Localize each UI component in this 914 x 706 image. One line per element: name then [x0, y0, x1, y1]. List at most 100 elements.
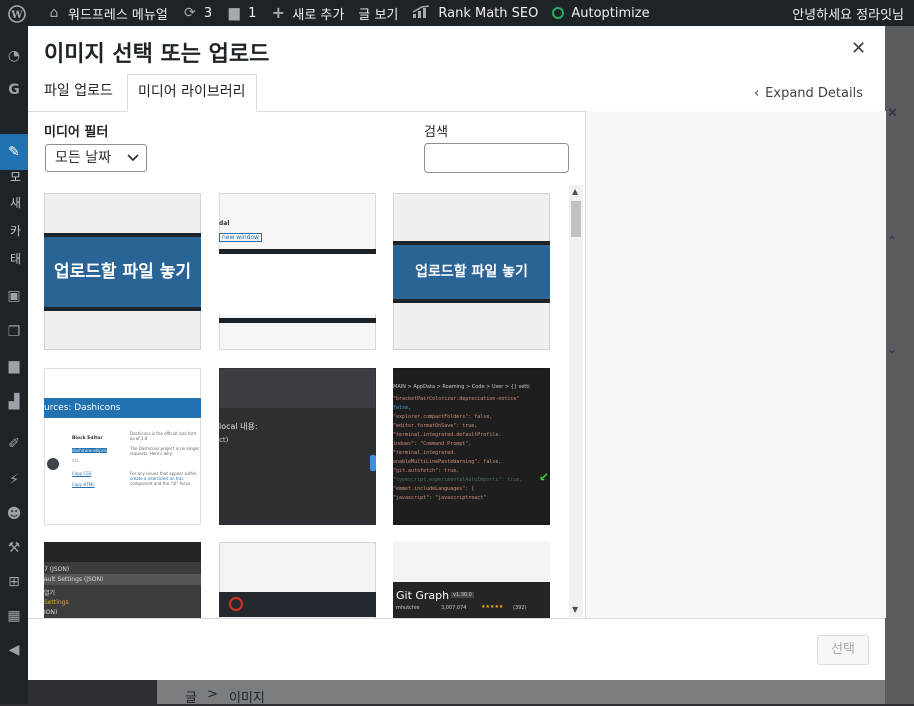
code-line: enableMultiLinePasteWarning": false,	[393, 459, 502, 465]
thumb-text: 7 (JSON)	[44, 566, 70, 573]
dashboard-icon[interactable]: ◔	[6, 48, 22, 64]
code-line: "bracketPairColorizer.depreciation-notic…	[393, 396, 520, 402]
submenu-item-1[interactable]: 모	[10, 168, 21, 185]
attachment-thumbnail[interactable]: urces: Dashicons Block Editor dashicons-…	[44, 368, 201, 525]
updates-item[interactable]: ⟳ 3	[175, 0, 219, 26]
thumb-text: component and the "UI" focus	[130, 481, 191, 486]
attachment-thumbnail[interactable]: local 내용: ct)	[219, 368, 376, 525]
submenu-item-4[interactable]: 태	[10, 250, 21, 267]
submenu-item-3[interactable]: 카	[10, 222, 21, 239]
tools-icon[interactable]: ⚒	[6, 540, 22, 556]
search-label: 검색	[424, 125, 448, 140]
site-name-item[interactable]: ⌂ 워드프레스 메뉴얼	[39, 0, 175, 26]
pages-icon[interactable]: ❐	[6, 324, 22, 340]
rankmath-item[interactable]: Rank Math SEO	[405, 0, 545, 26]
thumb-avatar	[47, 458, 59, 470]
comment-icon: ▆	[228, 5, 240, 21]
collapse-icon[interactable]: ◀	[6, 642, 22, 658]
code-line: false,	[393, 405, 412, 411]
attachment-thumbnail[interactable]: dal new window	[219, 193, 376, 350]
scroll-down-icon[interactable]: ▼	[572, 605, 578, 614]
appearance-icon[interactable]: ✐	[6, 436, 22, 452]
scrollbar-thumb[interactable]	[571, 201, 581, 237]
attachment-thumbnail[interactable]: Git Graph v1.30.0 mhutchie 3,007,074 ★★★…	[393, 542, 550, 618]
comments-count: 1	[248, 5, 257, 21]
drop-zone-screenshot: 업로드할 파일 놓기	[393, 241, 550, 303]
submenu-item-2[interactable]: 새	[10, 194, 21, 211]
svg-text:W: W	[10, 10, 23, 21]
rankmath-icon	[412, 5, 432, 21]
thumb-text: local 내용:	[219, 422, 258, 431]
my-account-item[interactable]: 안녕하세요 정라잇님	[785, 0, 914, 26]
plugins-icon[interactable]: ⚡	[6, 472, 22, 488]
breadcrumb-behind: 글 > 이미지	[157, 679, 885, 706]
view-post-item[interactable]: 글 보기	[351, 0, 405, 26]
thumb-text: Copy HTML	[72, 482, 95, 487]
drop-zone-screenshot: 업로드할 파일 놓기	[44, 233, 201, 311]
table-icon[interactable]: ▦	[6, 608, 22, 624]
pin-icon: ✎	[8, 144, 20, 160]
grid-scrollbar[interactable]: ▲ ▼	[569, 185, 583, 617]
attachment-thumbnail[interactable]: MAIN > AppData > Roaming > Code > User >…	[393, 368, 550, 525]
date-filter-value: 모든 날짜	[55, 150, 111, 166]
updates-count: 3	[203, 5, 213, 21]
git-graph-reviews: (392)	[513, 605, 527, 611]
settings-icon[interactable]: ⊞	[6, 574, 22, 590]
rankmath-menu-icon[interactable]: ▟	[6, 394, 22, 410]
select-button[interactable]: 선택	[817, 635, 869, 665]
code-line: "terminal.integrated.	[393, 450, 457, 456]
media-filter-label: 미디어 필터	[44, 125, 109, 140]
modal-toolbar: 선택	[28, 618, 885, 680]
attachment-thumbnail[interactable]	[219, 542, 376, 618]
autoptimize-label: Autoptimize	[571, 5, 650, 21]
autoptimize-item[interactable]: Autoptimize	[545, 0, 656, 26]
thumb-bar	[219, 254, 376, 314]
attachment-details-pane	[585, 111, 886, 618]
modal-title: 이미지 선택 또는 업로드	[44, 42, 270, 67]
thumb-text: ALL	[72, 458, 80, 463]
thumb-text: Block Editor	[72, 436, 103, 441]
attachments-browser: 미디어 필터 모든 날짜 검색 업로드할 파일 놓기 dal new windo…	[28, 111, 585, 618]
expand-details-button[interactable]: ‹ Expand Details	[754, 86, 863, 101]
date-filter-select[interactable]: 모든 날짜	[45, 144, 147, 172]
thumb-text: ct)	[219, 436, 229, 444]
wordpress-logo-item[interactable]: W	[0, 0, 39, 26]
attachment-thumbnail[interactable]: 업로드할 파일 놓기	[393, 193, 550, 350]
search-input[interactable]	[424, 143, 569, 173]
view-post-label: 글 보기	[358, 7, 399, 23]
site-name: 워드프레스 메뉴얼	[68, 7, 168, 23]
thumb-text: ault Settings (JSON)	[44, 576, 104, 583]
chevron-down-icon	[127, 145, 139, 180]
breadcrumb-item-image: 이미지	[229, 691, 265, 706]
git-graph-downloads: 3,007,074	[441, 605, 467, 611]
git-graph-author: mhutchie	[396, 605, 420, 611]
tab-media-library[interactable]: 미디어 라이브러리	[127, 74, 257, 112]
thumb-bar	[219, 318, 376, 323]
tab-upload-files[interactable]: 파일 업로드	[34, 74, 123, 110]
users-icon[interactable]: ☻	[6, 506, 22, 522]
autoptimize-status-icon	[552, 7, 565, 19]
new-content-item[interactable]: + 새로 추가	[263, 0, 351, 26]
close-button[interactable]: ✕	[851, 40, 866, 58]
scroll-up-icon[interactable]: ▲	[572, 187, 578, 196]
google-icon[interactable]: G	[6, 82, 22, 98]
media-modal: 이미지 선택 또는 업로드 ✕ 파일 업로드 미디어 라이브러리 ‹ Expand…	[28, 26, 886, 680]
thumb-text: 열기	[44, 590, 56, 597]
thumb-text: Copy CSS	[72, 471, 92, 476]
new-content-label: 새로 추가	[292, 7, 345, 23]
attachment-thumbnail[interactable]: 7 (JSON) ault Settings (JSON) 열기 Setting…	[44, 542, 201, 618]
chevron-up-icon-behind: ⌃	[887, 234, 898, 248]
comments-item[interactable]: ▆ 1	[219, 0, 263, 26]
code-line: indows": "Command Prompt",	[393, 441, 472, 447]
thumb-button	[370, 455, 376, 471]
code-line: "typescript.experimentalAutoImports": tr…	[393, 477, 523, 483]
code-line: "javascript": "javascriptreact"	[393, 495, 487, 501]
thumb-text: new window	[219, 233, 263, 242]
editor-sidebar-behind: ✕ ⌃ ⌄	[885, 26, 914, 704]
media-icon[interactable]: ▣	[6, 288, 22, 304]
code-line: "git.autofetch": true,	[393, 468, 460, 474]
attachment-thumbnail[interactable]: 업로드할 파일 놓기	[44, 193, 201, 350]
thumb-text: Settings	[44, 599, 69, 606]
comments-menu-icon[interactable]: ▆	[6, 358, 22, 374]
greeting: 안녕하세요 정라잇님	[792, 7, 904, 23]
